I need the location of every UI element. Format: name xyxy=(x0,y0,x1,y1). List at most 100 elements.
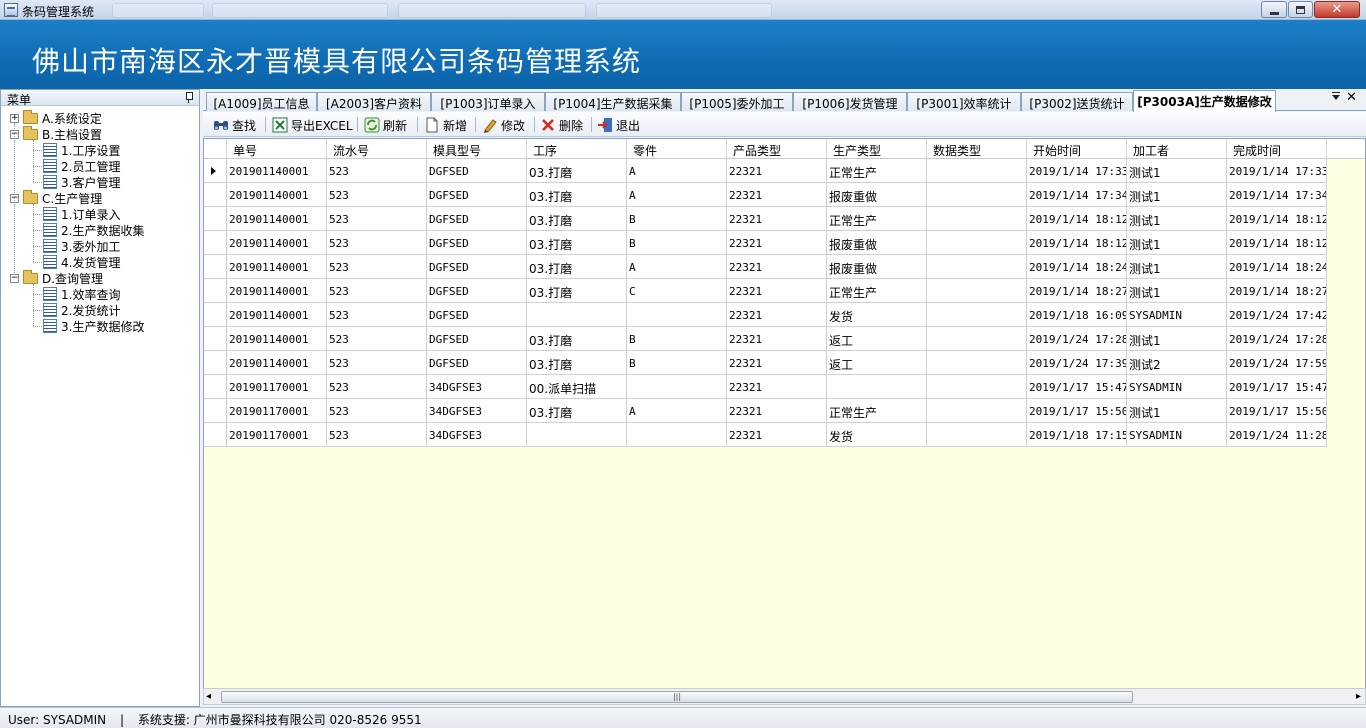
table-cell[interactable] xyxy=(927,231,1027,255)
table-cell[interactable]: 测试1 xyxy=(1127,255,1227,279)
table-cell[interactable]: 34DGFSE3 xyxy=(427,423,527,447)
table-cell[interactable]: 22321 xyxy=(727,327,827,351)
table-cell[interactable]: 03.打磨 xyxy=(527,231,627,255)
table-cell[interactable]: 523 xyxy=(327,423,427,447)
table-row[interactable]: 201901140001 523 DGFSED 03.打磨 B 22321 返工 2019/1… xyxy=(204,351,1365,375)
table-cell[interactable]: 22321 xyxy=(727,375,827,399)
tab-8[interactable]: [P3002]送货统计 xyxy=(1021,92,1133,111)
column-header[interactable]: 工序 xyxy=(527,139,627,159)
tab-3[interactable]: [P1003]订单录入 xyxy=(431,92,545,111)
table-row[interactable]: 201901140001 523 DGFSED 03.打磨 A 22321 报废重做 2019… xyxy=(204,183,1365,207)
table-cell[interactable]: 22321 xyxy=(727,351,827,375)
table-row[interactable]: 201901140001 523 DGFSED 03.打磨 B 22321 返工 2019/1… xyxy=(204,327,1365,351)
table-cell[interactable]: DGFSED xyxy=(427,279,527,303)
table-cell[interactable]: C xyxy=(627,279,727,303)
expander-icon[interactable]: + xyxy=(10,113,19,123)
table-cell[interactable]: 34DGFSE3 xyxy=(427,399,527,423)
scroll-left-arrow-icon[interactable]: ◂ xyxy=(206,692,211,702)
table-cell[interactable]: 03.打磨 xyxy=(527,279,627,303)
tree-item[interactable]: 3.生产数据修改 xyxy=(43,318,144,334)
maximize-button[interactable] xyxy=(1288,1,1313,18)
tab-1[interactable]: [A1009]员工信息 xyxy=(206,92,317,111)
table-row[interactable]: 201901140001 523 DGFSED 03.打磨 B 22321 报废重做 2019… xyxy=(204,231,1365,255)
row-selector[interactable] xyxy=(204,279,227,303)
table-cell[interactable]: 22321 xyxy=(727,279,827,303)
tree-item[interactable]: 2.生产数据收集 xyxy=(43,222,144,238)
horizontal-scrollbar[interactable]: ◂ ||| ▸ xyxy=(203,688,1366,705)
table-cell[interactable]: 03.打磨 xyxy=(527,255,627,279)
table-row[interactable]: 201901140001 523 DGFSED 03.打磨 A 22321 正常生产 2019… xyxy=(204,159,1365,183)
table-cell[interactable]: 返工 xyxy=(827,327,927,351)
table-cell[interactable] xyxy=(927,279,1027,303)
table-cell[interactable] xyxy=(627,303,727,327)
tree-item[interactable]: 3.客户管理 xyxy=(43,174,120,190)
table-cell[interactable]: 201901140001 xyxy=(227,351,327,375)
table-cell[interactable]: B xyxy=(627,327,727,351)
edit-button[interactable]: 修改 xyxy=(482,116,525,134)
pin-icon[interactable] xyxy=(184,92,193,103)
table-cell[interactable]: 报废重做 xyxy=(827,231,927,255)
table-cell[interactable]: 523 xyxy=(327,279,427,303)
table-cell[interactable]: 2019/1/14 17:33 xyxy=(1227,159,1327,183)
table-cell[interactable]: 201901170001 xyxy=(227,399,327,423)
export-excel-button[interactable]: 导出EXCEL xyxy=(272,116,353,134)
row-selector[interactable] xyxy=(204,327,227,351)
table-cell[interactable] xyxy=(927,303,1027,327)
column-header[interactable]: 生产类型 xyxy=(827,139,927,159)
table-cell[interactable]: 523 xyxy=(327,351,427,375)
table-cell[interactable]: 2019/1/24 17:28 xyxy=(1227,327,1327,351)
tree-group-2[interactable]: − B.主档设置 xyxy=(10,125,102,142)
table-cell[interactable]: DGFSED xyxy=(427,183,527,207)
table-cell[interactable]: B xyxy=(627,351,727,375)
table-cell[interactable]: A xyxy=(627,255,727,279)
table-cell[interactable] xyxy=(827,375,927,399)
background-window-tab[interactable] xyxy=(596,3,772,18)
table-cell[interactable]: 523 xyxy=(327,231,427,255)
table-cell[interactable]: 523 xyxy=(327,375,427,399)
table-row[interactable]: 201901170001 523 34DGFSE3 03.打磨 A 22321 正常生产 20… xyxy=(204,399,1365,423)
table-cell[interactable]: 201901140001 xyxy=(227,303,327,327)
column-header[interactable]: 数据类型 xyxy=(927,139,1027,159)
table-cell[interactable]: 测试1 xyxy=(1127,231,1227,255)
table-cell[interactable]: DGFSED xyxy=(427,255,527,279)
tree-item[interactable]: 2.员工管理 xyxy=(43,158,120,174)
table-cell[interactable]: 201901140001 xyxy=(227,327,327,351)
table-cell[interactable]: 报废重做 xyxy=(827,255,927,279)
tree-group-3[interactable]: − C.生产管理 xyxy=(10,189,102,206)
refresh-button[interactable]: 刷新 xyxy=(364,116,407,134)
add-button[interactable]: 新增 xyxy=(424,116,467,134)
table-row[interactable]: 201901140001 523 DGFSED 03.打磨 C 22321 正常生产 2019… xyxy=(204,279,1365,303)
table-cell[interactable]: A xyxy=(627,159,727,183)
delete-button[interactable]: 删除 xyxy=(540,116,583,134)
row-selector[interactable] xyxy=(204,159,227,183)
tree-group-1[interactable]: + A.系统设定 xyxy=(10,109,102,126)
table-cell[interactable]: 2019/1/24 17:59 xyxy=(1227,351,1327,375)
tree-item[interactable]: 1.工序设置 xyxy=(43,142,120,158)
row-selector[interactable] xyxy=(204,351,227,375)
table-cell[interactable] xyxy=(627,375,727,399)
table-cell[interactable]: DGFSED xyxy=(427,207,527,231)
row-selector[interactable] xyxy=(204,207,227,231)
table-cell[interactable]: 523 xyxy=(327,183,427,207)
table-cell[interactable]: 2019/1/18 17:15 xyxy=(1027,423,1127,447)
table-cell[interactable]: 2019/1/14 18:12 xyxy=(1027,207,1127,231)
table-cell[interactable]: 测试1 xyxy=(1127,207,1227,231)
table-cell[interactable]: 返工 xyxy=(827,351,927,375)
table-cell[interactable]: 03.打磨 xyxy=(527,351,627,375)
table-cell[interactable]: 测试1 xyxy=(1127,183,1227,207)
table-cell[interactable]: 2019/1/14 18:12 xyxy=(1027,231,1127,255)
table-cell[interactable] xyxy=(927,351,1027,375)
table-row[interactable]: 201901140001 523 DGFSED 22321 发货 2019/1/18 16… xyxy=(204,303,1365,327)
table-cell[interactable]: 2019/1/17 15:50 xyxy=(1027,399,1127,423)
table-cell[interactable] xyxy=(927,375,1027,399)
table-cell[interactable]: 523 xyxy=(327,255,427,279)
table-cell[interactable]: 523 xyxy=(327,159,427,183)
table-cell[interactable]: 22321 xyxy=(727,159,827,183)
tree-item[interactable]: 3.委外加工 xyxy=(43,238,120,254)
tree-item[interactable]: 1.订单录入 xyxy=(43,206,120,222)
table-cell[interactable]: 201901170001 xyxy=(227,423,327,447)
tree-item[interactable]: 1.效率查询 xyxy=(43,286,120,302)
table-cell[interactable]: 201901170001 xyxy=(227,375,327,399)
table-cell[interactable]: A xyxy=(627,399,727,423)
table-cell[interactable]: DGFSED xyxy=(427,159,527,183)
